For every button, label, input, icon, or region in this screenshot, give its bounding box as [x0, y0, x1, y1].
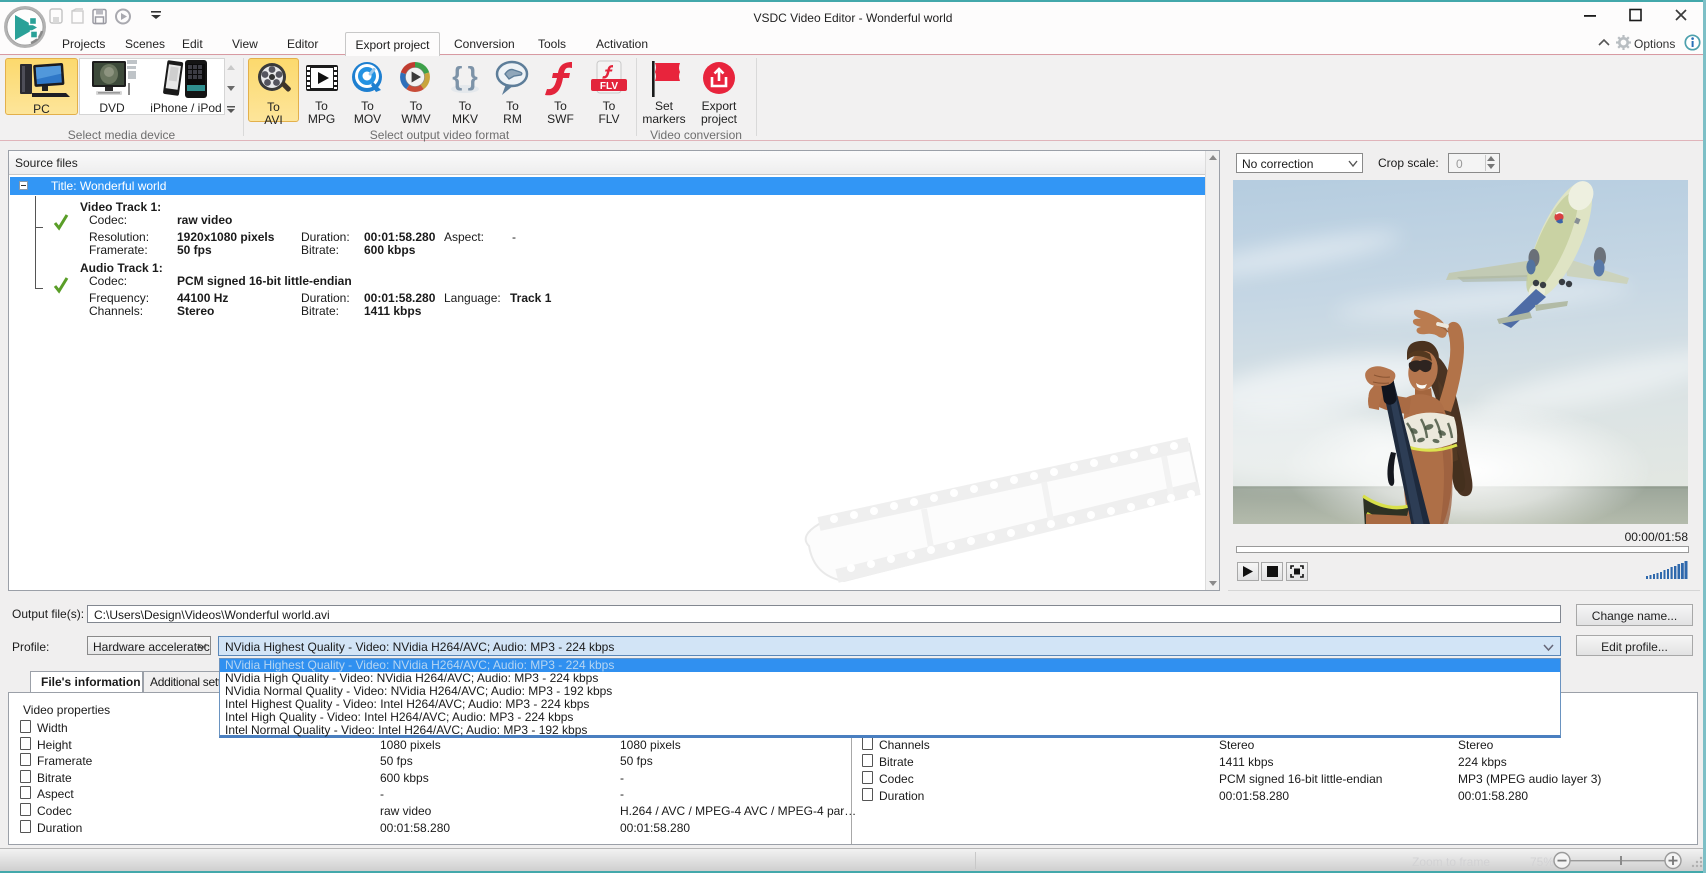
svg-text:{ }: { }: [452, 61, 477, 91]
svg-text:FLV: FLV: [600, 81, 618, 92]
